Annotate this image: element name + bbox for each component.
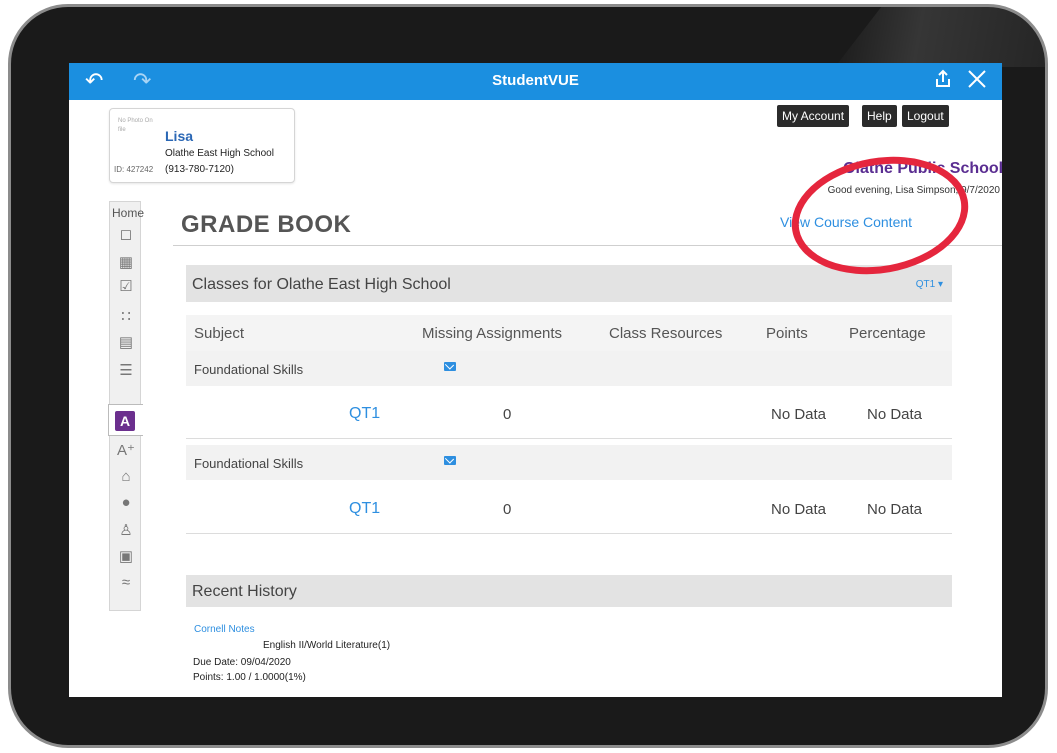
test-history-icon[interactable]: ≈ (117, 574, 135, 592)
attendance-icon[interactable]: ☑ (117, 278, 135, 296)
course-history-icon[interactable]: ☰ (117, 362, 135, 380)
close-icon[interactable] (966, 68, 988, 96)
period-selector-value: QT1 (915, 279, 936, 290)
school-info-icon[interactable]: ⌂ (117, 468, 135, 486)
points-value: No Data (771, 501, 827, 518)
sidebar-item-grade-book[interactable]: A (108, 404, 143, 436)
class-subject: Foundational Skills (194, 456, 304, 471)
chevron-down-icon: ▾ (937, 279, 943, 290)
student-id: ID: 427242 (114, 165, 154, 174)
period-selector[interactable]: QT1 ▾ (916, 279, 943, 290)
student-info-icon[interactable]: ● (117, 494, 135, 512)
column-header-subject: Subject (194, 325, 245, 342)
recent-history-title: Recent History (192, 583, 297, 600)
student-name[interactable]: Lisa (165, 128, 193, 144)
help-button[interactable]: Help (862, 105, 897, 127)
column-header-missing: Missing Assignments (422, 325, 563, 342)
assessment-icon[interactable]: ∷ (117, 308, 135, 326)
sidebar-nav: Home ◻ ▦ ☑ ∷ ▤ ☰ A A⁺ ⌂ ● ♙ ▣ ≈ (108, 201, 144, 611)
assignment-due-date: Due Date: 09/04/2020 (193, 657, 291, 668)
class-row: QT1 0 No Data No Data (186, 485, 952, 534)
classes-table-header: Subject Missing Assignments Class Resour… (186, 315, 952, 351)
assignment-points: Points: 1.00 / 1.0000(1%) (193, 672, 306, 683)
missing-count: 0 (503, 501, 512, 518)
column-header-percentage: Percentage (849, 325, 926, 342)
class-group-row: Foundational Skills (186, 445, 952, 480)
student-card: No Photo On file Lisa Olathe East High S… (109, 108, 295, 183)
screen-glare (835, 7, 1045, 67)
class-subject: Foundational Skills (194, 362, 304, 377)
lock-icon[interactable]: ▣ (117, 548, 135, 566)
share-icon[interactable] (932, 68, 954, 96)
home-icon[interactable]: ◻ (117, 226, 135, 244)
student-photo-placeholder: No Photo On file (118, 118, 153, 133)
my-account-button[interactable]: My Account (777, 105, 850, 127)
school-phone: (913-780-7120) (165, 164, 234, 175)
sidebar-home-label[interactable]: Home (112, 206, 144, 220)
class-group-row: Foundational Skills (186, 351, 952, 386)
conference-icon[interactable]: ♙ (117, 522, 135, 540)
percentage-value: No Data (867, 406, 923, 423)
missing-count: 0 (503, 406, 512, 423)
app-topbar: ↶ ↷ StudentVUE (69, 63, 1002, 100)
class-period-link[interactable]: QT1 (349, 405, 380, 423)
grade-book-icon: A (115, 411, 135, 431)
recent-history-header: Recent History (186, 575, 952, 607)
class-schedule-icon[interactable]: ▤ (117, 334, 135, 352)
email-teacher-icon[interactable] (444, 362, 456, 371)
logout-button[interactable]: Logout (902, 105, 949, 127)
class-period-link[interactable]: QT1 (349, 500, 380, 518)
assignment-course: English II/World Literature(1) (263, 640, 391, 651)
page-title: GRADE BOOK (181, 211, 352, 238)
points-value: No Data (771, 406, 827, 423)
app-title: StudentVUE (492, 72, 579, 89)
column-header-points: Points (766, 325, 808, 342)
email-teacher-icon[interactable] (444, 456, 456, 465)
percentage-value: No Data (867, 501, 923, 518)
report-card-icon[interactable]: A⁺ (117, 442, 135, 460)
calendar-icon[interactable]: ▦ (117, 254, 135, 272)
app-screen: ↶ ↷ StudentVUE No Photo On file Lisa Ola… (69, 63, 1002, 697)
student-school: Olathe East High School (165, 148, 274, 159)
class-row: QT1 0 No Data No Data (186, 390, 952, 439)
column-header-resources: Class Resources (609, 325, 723, 342)
assignment-link[interactable]: Cornell Notes (194, 624, 255, 635)
classes-header-title: Classes for Olathe East High School (192, 276, 451, 293)
